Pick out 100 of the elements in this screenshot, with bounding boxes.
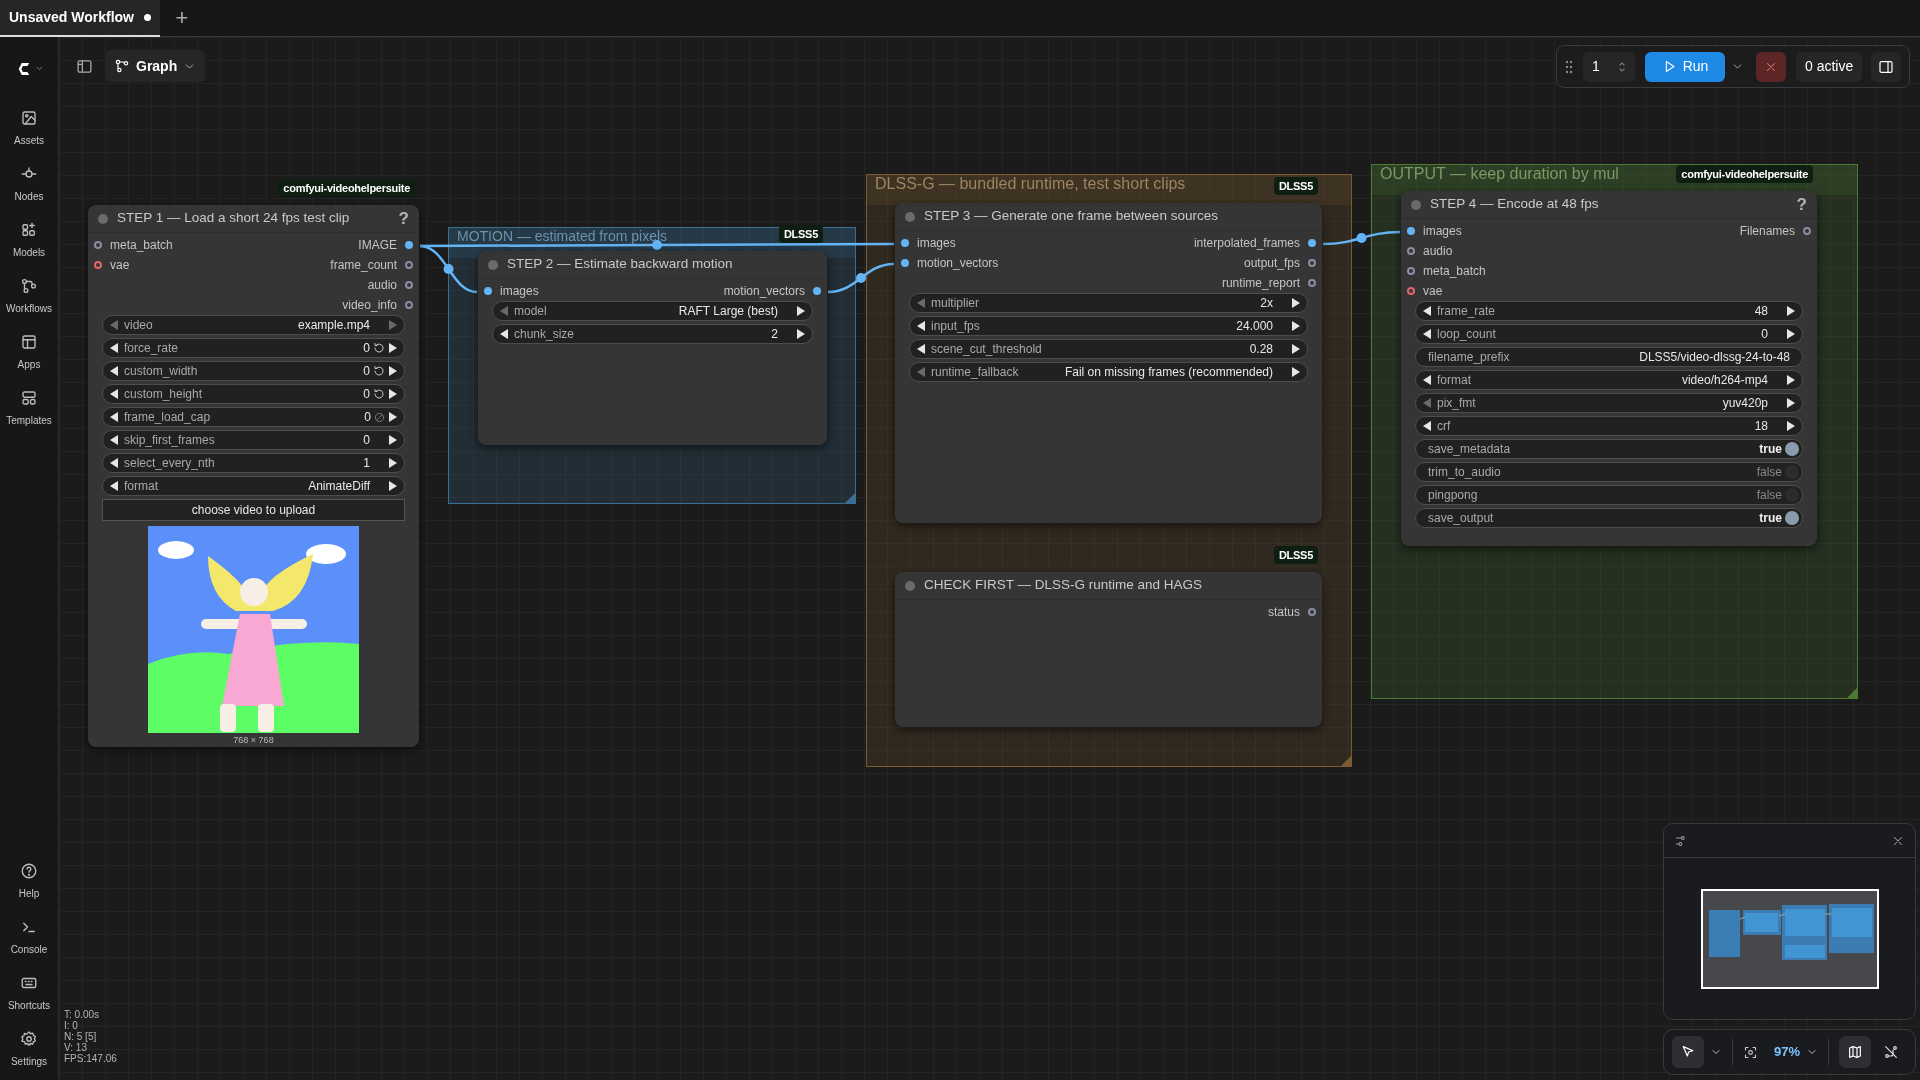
batch-count-field[interactable]: 1 bbox=[1583, 51, 1635, 82]
toggle-widget[interactable]: save_metadata true bbox=[1415, 439, 1803, 459]
increment-arrow-icon[interactable] bbox=[1291, 297, 1301, 309]
number-widget[interactable]: custom_height 0 bbox=[102, 384, 405, 404]
widget-label: custom_height bbox=[124, 386, 204, 403]
reset-icon[interactable] bbox=[373, 342, 385, 354]
decrement-arrow-icon[interactable] bbox=[499, 328, 509, 340]
decrement-arrow-icon[interactable] bbox=[916, 343, 926, 355]
widget-label: model bbox=[514, 303, 548, 320]
dropdown-widget[interactable]: format AnimateDiff bbox=[102, 476, 405, 496]
decrement-arrow-icon[interactable] bbox=[916, 320, 926, 332]
toggle-knob[interactable] bbox=[1785, 488, 1799, 502]
dropdown-widget[interactable]: format video/h264-mp4 bbox=[1415, 370, 1803, 390]
decrement-arrow-icon[interactable] bbox=[109, 457, 119, 469]
toggle-knob[interactable] bbox=[1785, 465, 1799, 479]
widget-label: save_output bbox=[1428, 510, 1495, 527]
dropdown-widget[interactable]: model RAFT Large (best) bbox=[492, 301, 813, 321]
number-widget[interactable]: input_fps 24.000 bbox=[909, 316, 1308, 336]
settings-icon bbox=[20, 1029, 38, 1048]
increment-arrow-icon[interactable] bbox=[1291, 343, 1301, 355]
number-widget[interactable]: chunk_size 2 bbox=[492, 324, 813, 344]
number-widget[interactable]: crf 18 bbox=[1415, 416, 1803, 436]
chevron-down-icon[interactable] bbox=[34, 64, 44, 73]
toggle-widget[interactable]: save_output true bbox=[1415, 508, 1803, 528]
increment-arrow-icon[interactable] bbox=[1786, 328, 1796, 340]
increment-arrow-icon[interactable] bbox=[388, 365, 398, 377]
increment-arrow-icon[interactable] bbox=[388, 411, 398, 423]
reset-icon[interactable] bbox=[373, 365, 385, 377]
increment-arrow-icon[interactable] bbox=[796, 328, 806, 340]
number-widget[interactable]: select_every_nth 1 bbox=[102, 453, 405, 473]
increment-arrow-icon[interactable] bbox=[1291, 366, 1301, 378]
drag-handle-icon[interactable] bbox=[1565, 59, 1573, 74]
help-mark[interactable]: ? bbox=[1796, 196, 1807, 213]
sidebar-button[interactable]: Models bbox=[0, 212, 59, 268]
decrement-arrow-icon[interactable] bbox=[1422, 305, 1432, 317]
sidebar-button[interactable]: Shortcuts bbox=[0, 965, 59, 1021]
sidebar-button[interactable]: Nodes bbox=[0, 156, 59, 212]
increment-arrow-icon[interactable] bbox=[796, 305, 806, 317]
select-tool-button[interactable] bbox=[1672, 1036, 1704, 1068]
sidebar-button[interactable]: Console bbox=[0, 909, 59, 965]
increment-arrow-icon[interactable] bbox=[1786, 374, 1796, 386]
minimap-drawing[interactable] bbox=[1700, 888, 1879, 989]
decrement-arrow-icon[interactable] bbox=[1422, 420, 1432, 432]
text-widget[interactable]: filename_prefix DLSS5/video-dlssg-24-to-48 bbox=[1415, 347, 1803, 367]
sidebar-button[interactable]: Assets bbox=[0, 100, 59, 156]
resize-handle[interactable] bbox=[1341, 756, 1351, 766]
increment-arrow-icon[interactable] bbox=[388, 434, 398, 446]
hide-links-icon[interactable] bbox=[1883, 1044, 1900, 1060]
minimap-toggle-button[interactable] bbox=[1839, 1036, 1872, 1068]
toggle-widget[interactable]: trim_to_audio false bbox=[1415, 462, 1803, 482]
fit-view-icon[interactable] bbox=[1743, 1044, 1758, 1060]
increment-arrow-icon[interactable] bbox=[388, 342, 398, 354]
increment-arrow-icon[interactable] bbox=[1786, 397, 1796, 409]
view-mode-button[interactable]: Graph bbox=[105, 50, 206, 82]
increment-arrow-icon[interactable] bbox=[388, 388, 398, 400]
sidebar-button[interactable]: Templates bbox=[0, 380, 59, 436]
toggle-widget[interactable]: pingpong false bbox=[1415, 485, 1803, 505]
number-widget[interactable]: skip_first_frames 0 bbox=[102, 430, 405, 450]
increment-arrow-icon[interactable] bbox=[1786, 420, 1796, 432]
number-widget[interactable]: loop_count 0 bbox=[1415, 324, 1803, 344]
number-widget[interactable]: frame_load_cap 0 bbox=[102, 407, 405, 427]
sidebar-button[interactable]: Settings bbox=[0, 1021, 59, 1077]
resize-handle[interactable] bbox=[845, 493, 855, 503]
panel-toggle-icon[interactable] bbox=[76, 57, 93, 75]
dropdown-widget[interactable]: pix_fmt yuv420p bbox=[1415, 393, 1803, 413]
decrement-arrow-icon[interactable] bbox=[109, 388, 119, 400]
decrement-arrow-icon[interactable] bbox=[109, 480, 119, 492]
upload-button[interactable]: choose video to upload bbox=[102, 499, 405, 521]
workflow-tab[interactable]: Unsaved Workflow bbox=[0, 0, 160, 37]
increment-arrow-icon[interactable] bbox=[1291, 320, 1301, 332]
number-widget[interactable]: scene_cut_threshold 0.28 bbox=[909, 339, 1308, 359]
decrement-arrow-icon[interactable] bbox=[109, 411, 119, 423]
toggle-knob[interactable] bbox=[1785, 442, 1799, 456]
decrement-arrow-icon[interactable] bbox=[109, 342, 119, 354]
decrement-arrow-icon[interactable] bbox=[1422, 328, 1432, 340]
number-widget[interactable]: custom_width 0 bbox=[102, 361, 405, 381]
new-tab-button[interactable]: + bbox=[170, 6, 194, 30]
resize-handle[interactable] bbox=[1847, 688, 1857, 698]
increment-arrow-icon[interactable] bbox=[388, 457, 398, 469]
increment-arrow-icon[interactable] bbox=[388, 480, 398, 492]
sidebar-button[interactable]: Apps bbox=[0, 324, 59, 380]
widget-value: example.mp4 bbox=[297, 317, 370, 334]
side-panel-button[interactable] bbox=[1871, 51, 1901, 82]
decrement-arrow-icon[interactable] bbox=[109, 434, 119, 446]
increment-arrow-icon[interactable] bbox=[1786, 305, 1796, 317]
run-button[interactable]: Run bbox=[1645, 51, 1725, 82]
dropdown-widget[interactable]: runtime_fallback Fail on missing frames (recommended) bbox=[909, 362, 1308, 382]
sidebar-button[interactable]: Workflows bbox=[0, 268, 59, 324]
dropdown-widget[interactable]: multiplier 2x bbox=[909, 293, 1308, 313]
sidebar-button[interactable]: Help bbox=[0, 853, 59, 909]
decrement-arrow-icon[interactable] bbox=[109, 365, 119, 377]
toggle-knob[interactable] bbox=[1785, 511, 1799, 525]
zoom-button[interactable]: 97% bbox=[1774, 1042, 1819, 1062]
settings-sliders-icon[interactable] bbox=[1674, 833, 1688, 848]
number-widget[interactable]: force_rate 0 bbox=[102, 338, 405, 358]
help-mark[interactable]: ? bbox=[398, 210, 409, 227]
reset-icon[interactable] bbox=[373, 388, 385, 400]
decrement-arrow-icon[interactable] bbox=[1422, 374, 1432, 386]
queue-active-button[interactable]: 0 active bbox=[1796, 51, 1863, 82]
number-widget[interactable]: frame_rate 48 bbox=[1415, 301, 1803, 321]
